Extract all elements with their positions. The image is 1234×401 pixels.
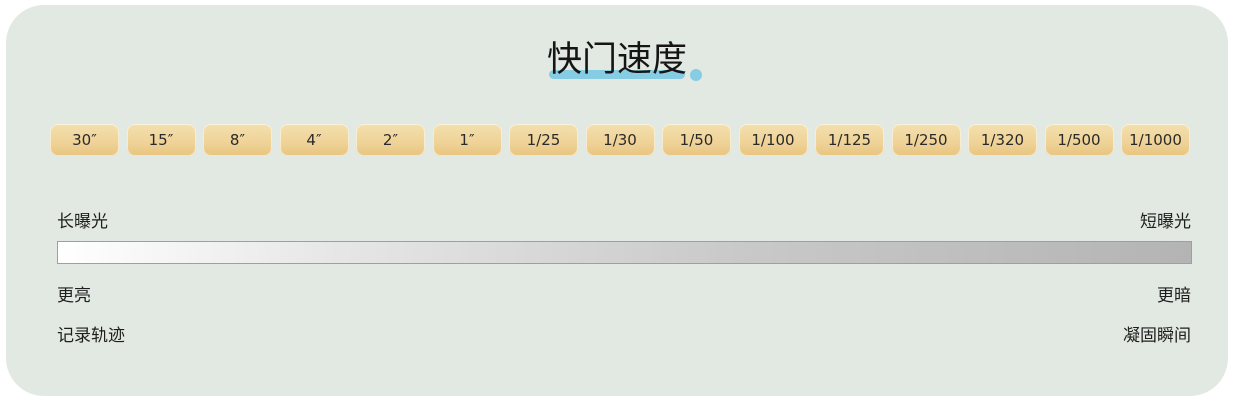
speed-chip: 1/125 <box>815 124 884 156</box>
speed-chip: 15″ <box>126 124 196 156</box>
page-title: 快门速度 <box>546 40 687 80</box>
title-dot <box>690 69 702 81</box>
shutter-speed-card: 快门速度 30″ 15″ 8″ 4″ 2″ 1″ 1/25 1/30 1/50 … <box>6 5 1228 396</box>
speed-chip: 1″ <box>432 124 502 156</box>
title-block: 快门速度 <box>546 39 702 81</box>
speed-chip: 1/30 <box>585 124 655 156</box>
speed-chip: 1/250 <box>891 124 961 156</box>
speed-chip: 8″ <box>203 124 272 156</box>
brighter-label: 更亮 <box>57 286 91 306</box>
long-exposure-label: 长曝光 <box>57 212 108 232</box>
speed-chip: 1/100 <box>738 124 808 156</box>
speed-chip: 1/320 <box>968 124 1037 156</box>
speed-chip: 1/50 <box>662 124 731 156</box>
speed-chip: 2″ <box>356 124 425 156</box>
motion-trail-label: 记录轨迹 <box>57 326 125 346</box>
title-area: 快门速度 <box>6 39 1228 81</box>
speed-chip: 1/25 <box>509 124 578 156</box>
speed-chip: 1/1000 <box>1121 124 1190 156</box>
speed-chip: 30″ <box>50 124 119 156</box>
darker-label: 更暗 <box>1157 286 1191 306</box>
shutter-speed-list: 30″ 15″ 8″ 4″ 2″ 1″ 1/25 1/30 1/50 1/100… <box>50 124 1190 156</box>
exposure-gradient-bar <box>57 241 1192 264</box>
short-exposure-label: 短曝光 <box>1140 212 1191 232</box>
speed-chip: 1/500 <box>1044 124 1114 156</box>
speed-chip: 4″ <box>279 124 349 156</box>
freeze-motion-label: 凝固瞬间 <box>1123 326 1191 346</box>
